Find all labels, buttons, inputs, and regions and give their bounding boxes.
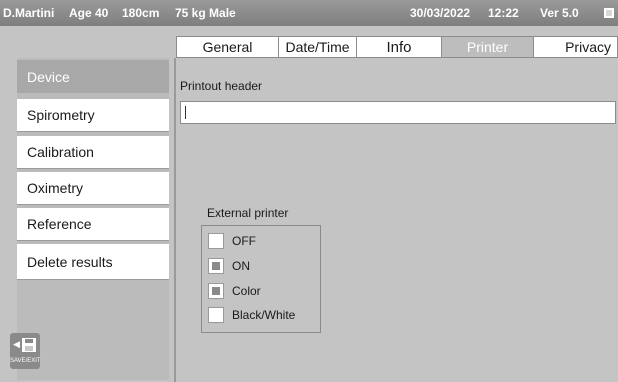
status-date: 30/03/2022 — [410, 6, 471, 20]
printout-header-label: Printout header — [180, 79, 263, 93]
option-color-label: Color — [232, 284, 261, 298]
sidebar-item-device[interactable]: Device — [17, 60, 169, 93]
patient-name: D.Martini — [3, 6, 55, 20]
sidebar-item-calibration[interactable]: Calibration — [17, 136, 169, 169]
color-checkbox[interactable] — [208, 283, 224, 299]
status-bar: D.Martini Age 40 180cm 75 kg Male 30/03/… — [0, 0, 618, 26]
option-color[interactable]: Color — [208, 282, 261, 300]
patient-height: 180cm — [122, 6, 160, 20]
option-on[interactable]: ON — [208, 257, 250, 275]
sidebar-item-reference[interactable]: Reference — [17, 208, 169, 241]
black-white-checkbox[interactable] — [208, 307, 224, 323]
battery-icon — [604, 8, 614, 18]
printout-header-input[interactable] — [180, 101, 616, 124]
option-off[interactable]: OFF — [208, 232, 256, 250]
sidebar-item-oximetry[interactable]: Oximetry — [17, 172, 169, 205]
option-black-white-label: Black/White — [232, 308, 296, 322]
divider — [174, 58, 176, 382]
on-checkbox[interactable] — [208, 258, 224, 274]
tab-date-time[interactable]: Date/Time — [278, 36, 356, 58]
floppy-disk-icon — [22, 338, 36, 352]
settings-tabs: General Date/Time Info Printer Privacy — [176, 36, 618, 58]
patient-age: Age 40 — [69, 6, 109, 20]
tab-general[interactable]: General — [176, 36, 278, 58]
sidebar: Device Spirometry Calibration Oximetry R… — [17, 58, 169, 380]
external-printer-label: External printer — [207, 206, 289, 220]
option-black-white[interactable]: Black/White — [208, 306, 295, 324]
save-exit-label: SAVE/EXIT — [10, 358, 41, 364]
tab-info[interactable]: Info — [356, 36, 441, 58]
arrow-left-icon: ◀ — [13, 339, 20, 349]
software-version: Ver 5.0 — [540, 6, 579, 20]
sidebar-item-delete-results[interactable]: Delete results — [17, 244, 169, 280]
text-cursor — [185, 106, 186, 119]
save-exit-button[interactable]: ◀ SAVE/EXIT — [10, 333, 41, 369]
patient-weight-sex: 75 kg Male — [175, 6, 236, 20]
sidebar-item-spirometry[interactable]: Spirometry — [17, 99, 169, 132]
tab-printer[interactable]: Printer — [441, 36, 533, 58]
tab-privacy[interactable]: Privacy — [533, 36, 618, 58]
option-off-label: OFF — [232, 234, 256, 248]
status-time: 12:22 — [488, 6, 519, 20]
off-checkbox[interactable] — [208, 233, 224, 249]
option-on-label: ON — [232, 259, 250, 273]
